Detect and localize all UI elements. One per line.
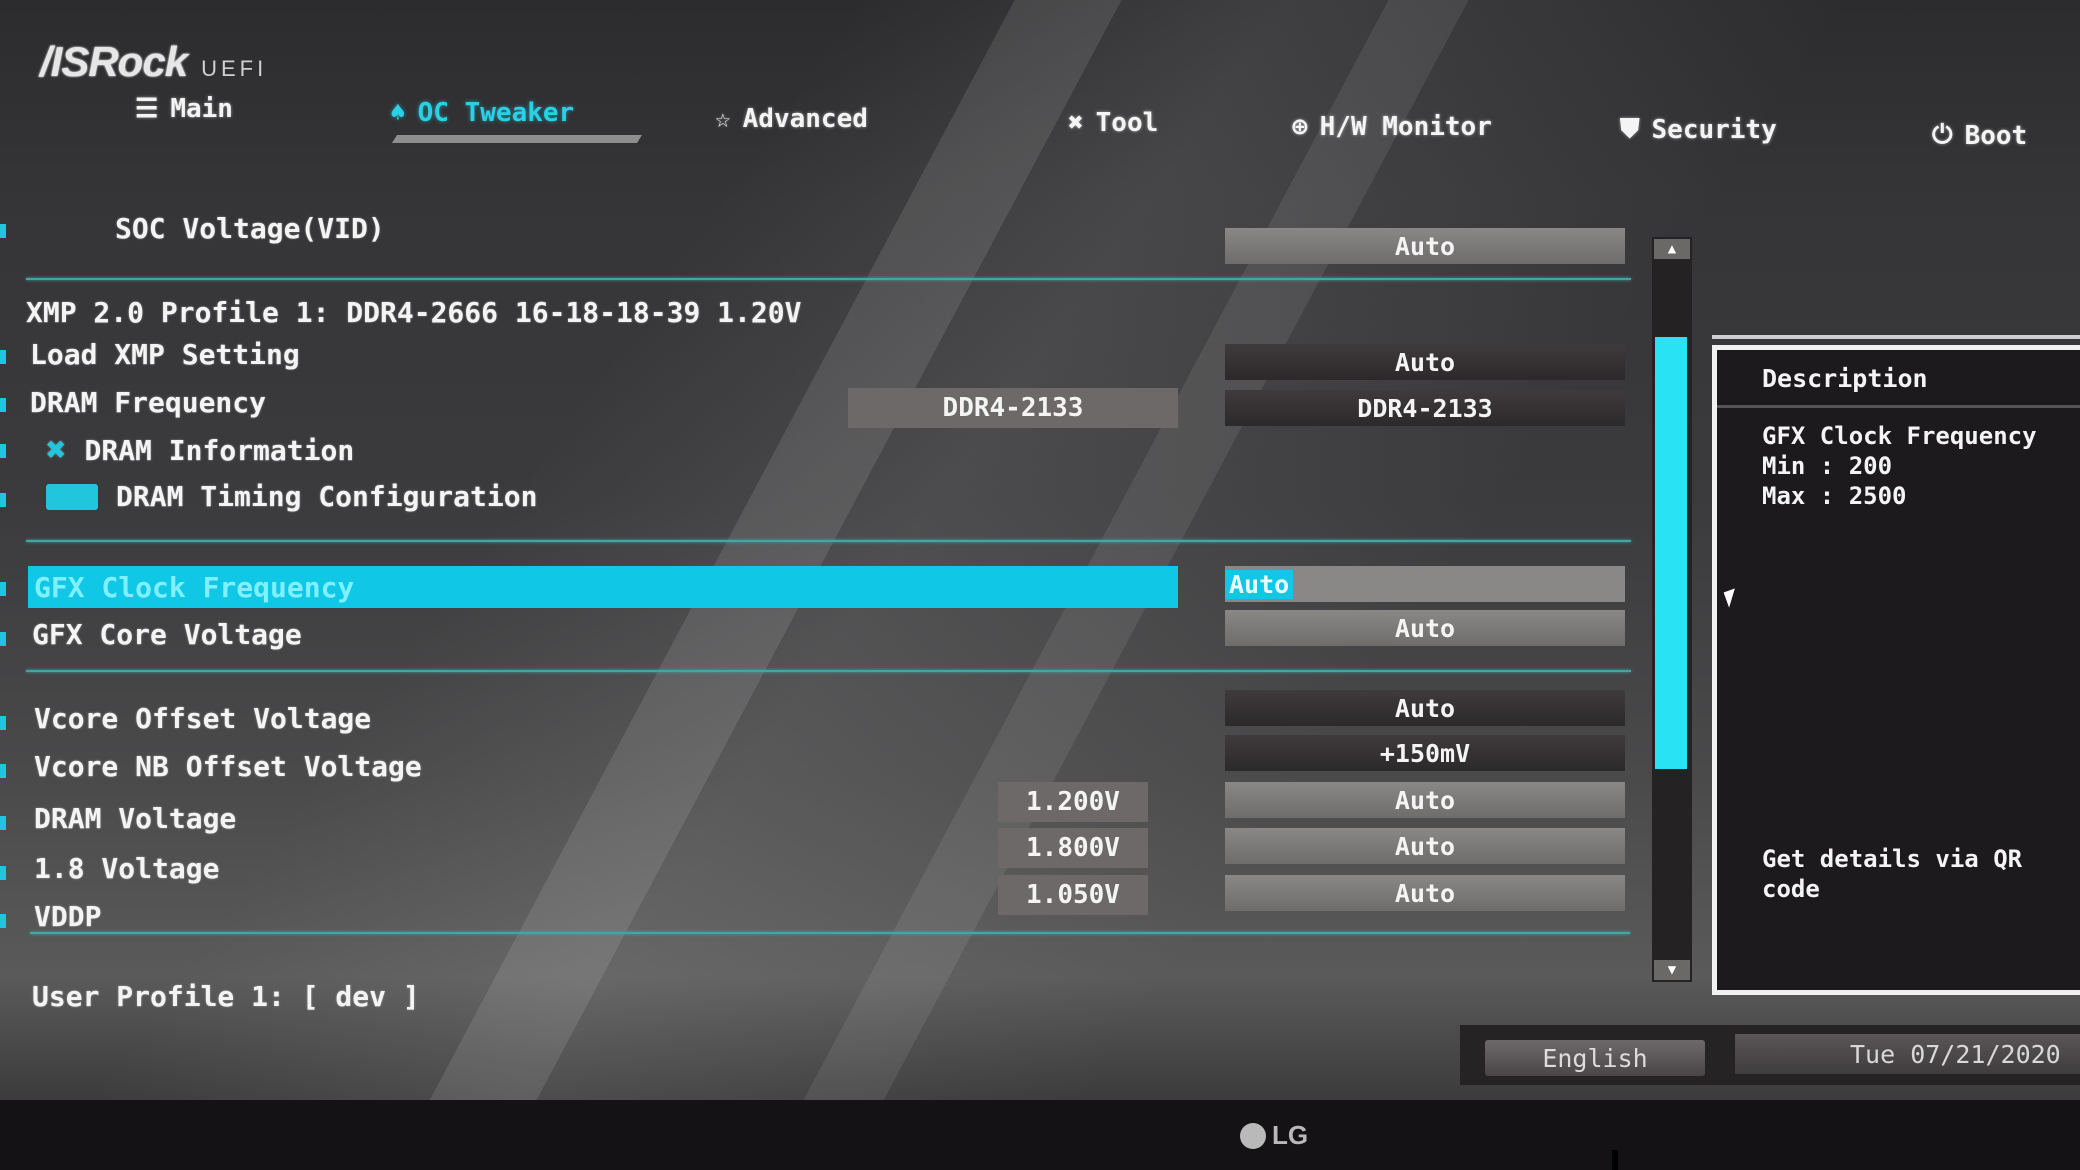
row-marker — [0, 493, 6, 507]
dram-frequency-value[interactable]: DDR4-2133 — [1225, 390, 1625, 426]
section-divider — [26, 278, 1631, 280]
xmp-profile-info: XMP 2.0 Profile 1: DDR4-2666 16-18-18-39… — [26, 296, 802, 329]
tab-advanced[interactable]: ☆ Advanced — [715, 104, 868, 134]
description-separator — [1717, 405, 2080, 408]
tab-label: Advanced — [742, 104, 868, 134]
row-marker — [0, 632, 6, 646]
vcore-nb-offset-value[interactable]: +150mV — [1225, 735, 1625, 771]
vddp-label[interactable]: VDDP — [34, 900, 101, 933]
datetime-display: Tue 07/21/2020 — [1735, 1034, 2080, 1074]
dram-timing-label: DRAM Timing Configuration — [116, 480, 538, 513]
tab-label: H/W Monitor — [1319, 112, 1492, 142]
brand-name: /ISRock — [40, 38, 188, 85]
star-icon: ☆ — [715, 104, 731, 134]
gfx-core-voltage-value[interactable]: Auto — [1225, 610, 1625, 646]
scroll-thumb[interactable] — [1655, 337, 1687, 769]
vcore-offset-label[interactable]: Vcore Offset Voltage — [34, 702, 371, 735]
tab-label: OC Tweaker — [417, 98, 575, 128]
description-line: GFX Clock Frequency — [1762, 422, 2037, 450]
tab-label: Boot — [1964, 120, 2028, 151]
monitor-brand: LG — [1272, 1120, 1309, 1150]
dram-voltage-current: 1.200V — [998, 782, 1148, 822]
section-divider — [26, 540, 1631, 542]
language-button[interactable]: English — [1485, 1040, 1705, 1076]
vcore-offset-value[interactable]: Auto — [1225, 690, 1625, 726]
v18-voltage-current: 1.800V — [998, 828, 1148, 868]
description-panel: Description GFX Clock Frequency Min : 20… — [1712, 345, 2080, 995]
description-panel-frame — [1712, 335, 2080, 339]
description-line: Min : 200 — [1762, 452, 1893, 480]
soc-voltage-value[interactable]: Auto — [1225, 228, 1625, 264]
tools-icon: ✖ — [1068, 108, 1084, 138]
v18-voltage-label[interactable]: 1.8 Voltage — [34, 852, 219, 885]
user-profile-info: User Profile 1: [ dev ] — [32, 980, 420, 1013]
tab-oc-tweaker[interactable]: ♠ OC Tweaker — [390, 98, 574, 128]
scroll-up-button[interactable]: ▲ — [1654, 239, 1690, 259]
dram-frequency-label[interactable]: DRAM Frequency — [30, 386, 266, 419]
row-marker — [0, 224, 6, 238]
row-marker — [0, 398, 6, 412]
lg-logo-icon — [1240, 1122, 1266, 1149]
row-marker — [0, 582, 6, 596]
rocket-icon: ♠ — [390, 98, 406, 128]
list-icon: ☰ — [135, 94, 159, 124]
crosshair-icon: ⊕ — [1292, 112, 1308, 142]
vddp-current: 1.050V — [998, 875, 1148, 915]
folder-icon — [46, 483, 98, 510]
soc-voltage-label[interactable]: SOC Voltage(VID) — [115, 212, 385, 245]
power-icon: ⏻ — [1932, 120, 1953, 150]
dram-information-item[interactable]: ✖ DRAM Information — [46, 430, 354, 470]
row-marker — [0, 716, 6, 730]
tab-tool[interactable]: ✖ Tool — [1068, 108, 1158, 138]
settings-scrollbar[interactable]: ▲ ▼ — [1652, 237, 1692, 982]
load-xmp-label[interactable]: Load XMP Setting — [30, 338, 300, 371]
monitor-bezel — [0, 1100, 2080, 1170]
section-divider — [26, 670, 1631, 672]
gfx-core-voltage-label[interactable]: GFX Core Voltage — [32, 618, 302, 651]
description-title: Description — [1762, 364, 1928, 393]
row-marker — [0, 764, 6, 778]
shield-icon: ⛊ — [1620, 114, 1640, 144]
monitor-stand — [1612, 1150, 1618, 1170]
row-marker — [0, 444, 6, 458]
gfx-clock-label: GFX Clock Frequency — [34, 571, 355, 604]
tab-hw-monitor[interactable]: ⊕ H/W Monitor — [1292, 112, 1492, 142]
tab-main[interactable]: ☰ Main — [135, 94, 233, 124]
tab-label: Tool — [1095, 108, 1159, 138]
description-line: Max : 2500 — [1762, 482, 1907, 510]
tools-icon: ✖ — [46, 430, 67, 470]
dram-voltage-value[interactable]: Auto — [1225, 782, 1625, 818]
qr-hint-line: Get details via QR — [1762, 845, 2023, 873]
row-marker — [0, 350, 6, 364]
product-name: UEFI — [201, 56, 268, 81]
tab-label: Main — [170, 94, 233, 124]
active-tab-underline — [392, 135, 642, 143]
gfx-clock-row-selected[interactable]: GFX Clock Frequency — [28, 566, 1178, 608]
dram-information-label: DRAM Information — [84, 433, 355, 467]
dram-frequency-current: DDR4-2133 — [848, 388, 1178, 428]
dram-timing-item[interactable]: DRAM Timing Configuration — [46, 480, 537, 513]
row-marker — [0, 816, 6, 830]
gfx-clock-value[interactable]: Auto — [1225, 566, 1625, 602]
scroll-down-button[interactable]: ▼ — [1654, 960, 1690, 980]
load-xmp-value[interactable]: Auto — [1225, 344, 1625, 380]
row-marker — [0, 914, 6, 928]
row-marker — [0, 866, 6, 880]
qr-hint-line: code — [1762, 875, 1820, 903]
tab-label: Security — [1651, 114, 1777, 145]
lg-logo: LG — [1240, 1120, 1308, 1151]
v18-voltage-value[interactable]: Auto — [1225, 828, 1625, 864]
tab-security[interactable]: ⛊ Security — [1620, 114, 1777, 145]
vddp-value[interactable]: Auto — [1225, 875, 1625, 911]
gfx-clock-value-text: Auto — [1225, 569, 1294, 599]
asrock-logo: /ISRock UEFI — [40, 38, 267, 86]
vcore-nb-offset-label[interactable]: Vcore NB Offset Voltage — [34, 750, 422, 783]
datetime-text: Tue 07/21/2020 — [1850, 1039, 2061, 1069]
section-divider — [30, 932, 1630, 934]
dram-voltage-label[interactable]: DRAM Voltage — [34, 802, 236, 835]
tab-boot[interactable]: ⏻ Boot — [1932, 120, 2027, 151]
